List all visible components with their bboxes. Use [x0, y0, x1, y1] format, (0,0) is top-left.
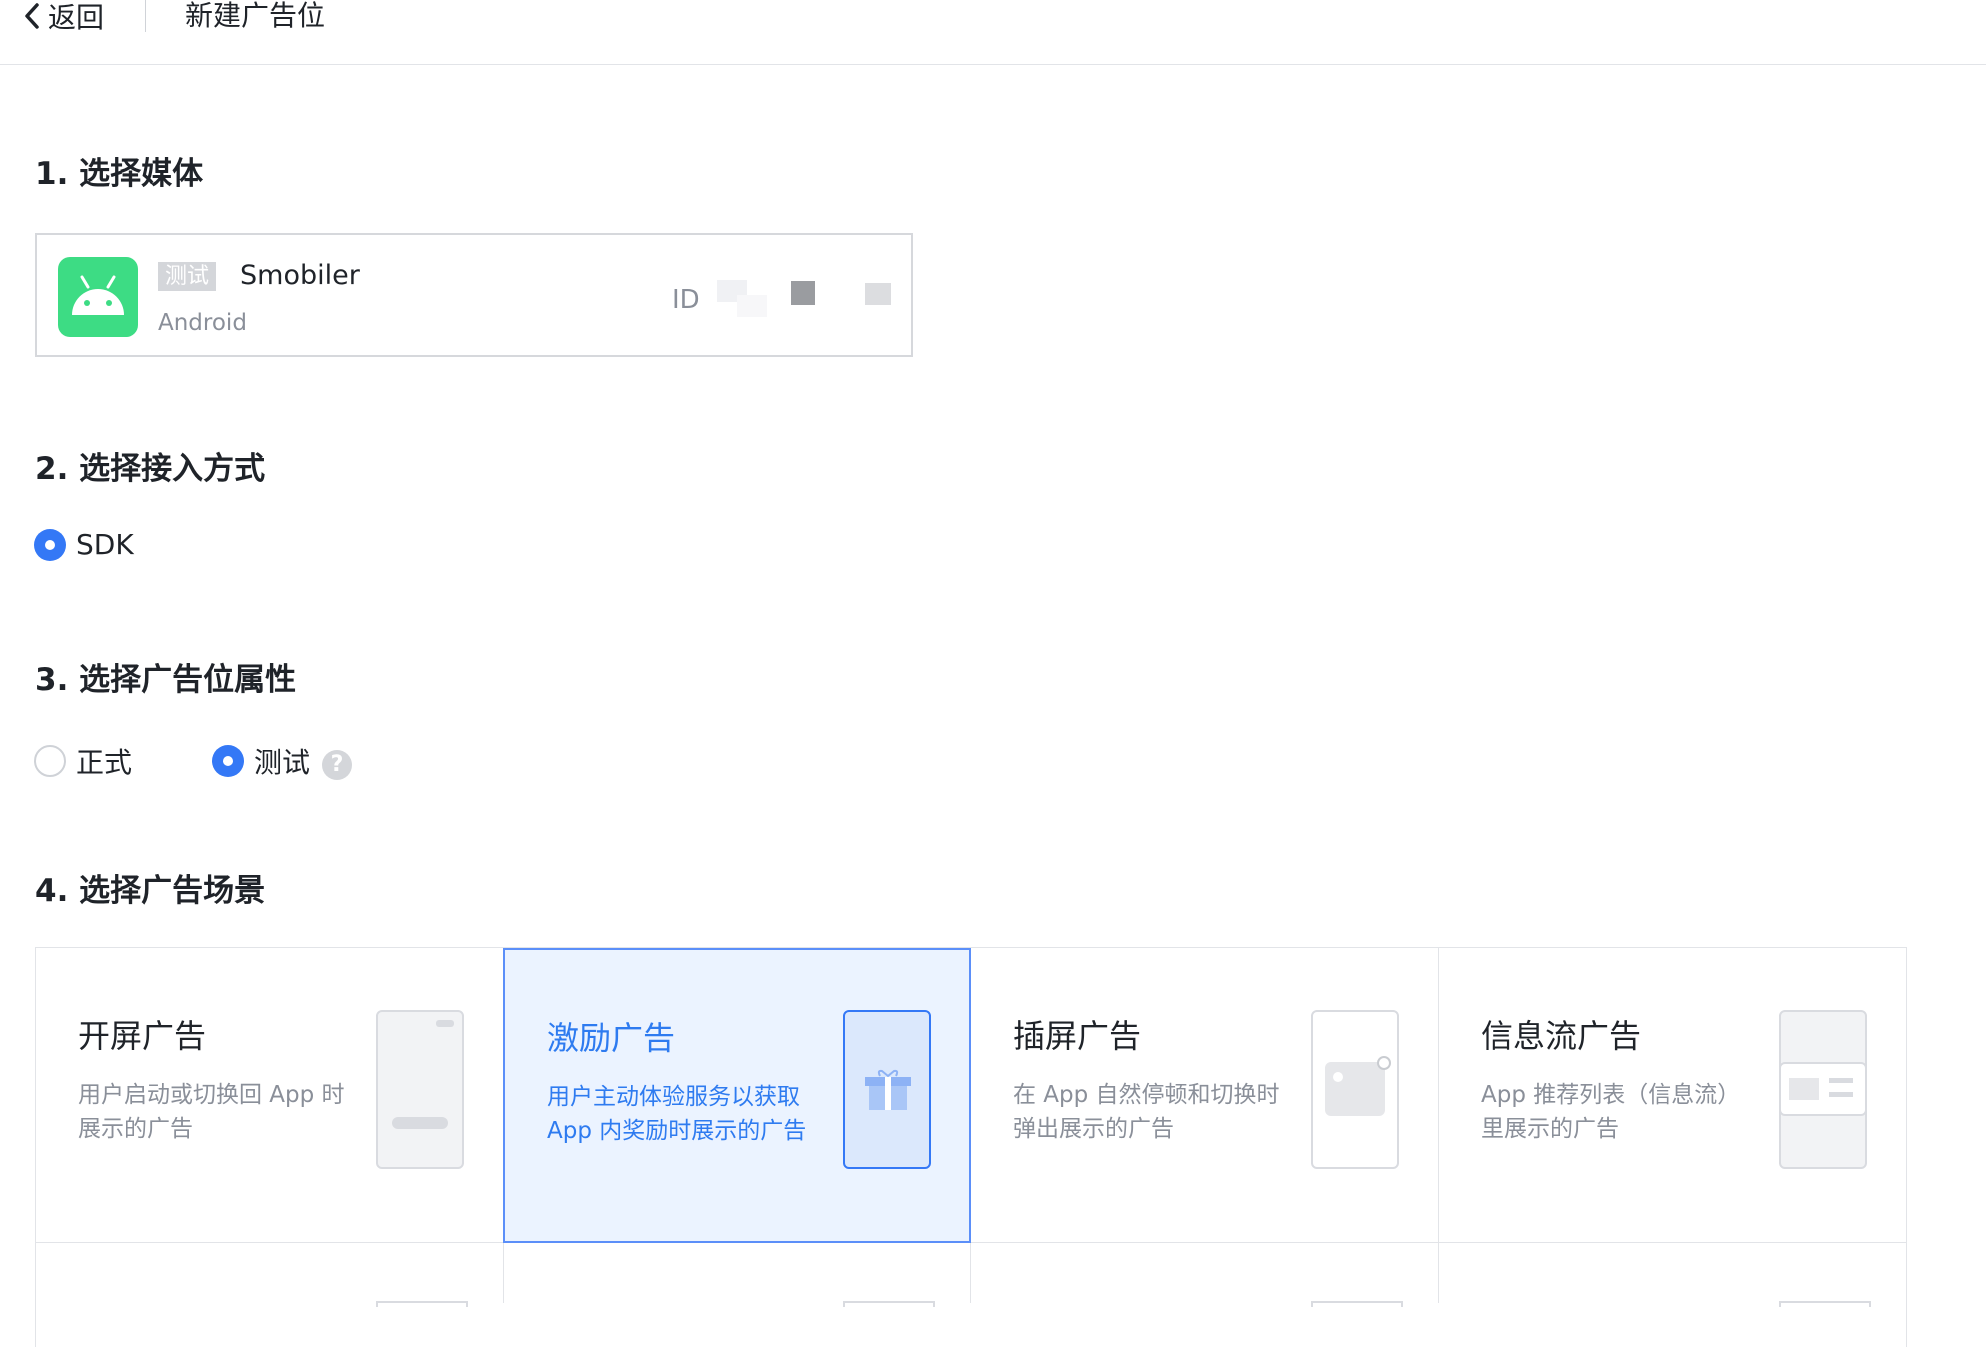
radio-label: 正式	[76, 746, 133, 779]
section-title-access: 2. 选择接入方式	[35, 451, 266, 487]
section-title-media: 1. 选择媒体	[35, 156, 204, 192]
scene-grid: 开屏广告 用户启动或切换回 App 时展示的广告 激励广告 用户主动体验服务以获…	[35, 947, 1907, 1347]
scene-title: 开屏广告	[78, 1017, 207, 1055]
page-header: 返回 新建广告位	[0, 0, 1986, 65]
back-button[interactable]: 返回	[22, 0, 104, 34]
back-label: 返回	[48, 1, 105, 34]
radio-label: 测试	[254, 746, 311, 779]
scene-card-feed[interactable]: 信息流广告 App 推荐列表（信息流）里展示的广告	[1439, 948, 1907, 1243]
scene-card-splash[interactable]: 开屏广告 用户启动或切换回 App 时展示的广告	[36, 948, 504, 1243]
media-card[interactable]: 测试 Smobiler Android ID	[35, 233, 913, 357]
scene-card-partial	[503, 1243, 971, 1307]
section-title-attribute: 3. 选择广告位属性	[35, 662, 297, 698]
page-title: 新建广告位	[185, 0, 326, 32]
scene-title: 激励广告	[547, 1019, 676, 1057]
gift-phone-icon	[843, 1010, 931, 1169]
scene-title: 插屏广告	[1013, 1017, 1142, 1055]
app-name: Smobiler	[240, 260, 360, 291]
id-label: ID	[672, 285, 700, 315]
radio-button[interactable]	[34, 745, 66, 777]
scene-desc: 用户主动体验服务以获取 App 内奖励时展示的广告	[547, 1084, 807, 1144]
radio-test[interactable]: 测试 ?	[212, 741, 353, 781]
section-title-scene: 4. 选择广告场景	[35, 873, 266, 909]
scene-card-partial	[1439, 1243, 1907, 1307]
splash-phone-icon	[376, 1010, 464, 1169]
test-tag: 测试	[158, 262, 217, 291]
radio-button[interactable]	[34, 528, 66, 561]
radio-button[interactable]	[212, 745, 244, 777]
android-icon	[58, 257, 138, 337]
header-divider	[145, 0, 146, 32]
help-icon[interactable]: ?	[322, 750, 353, 780]
radio-formal[interactable]: 正式	[34, 741, 132, 781]
feed-phone-icon	[1779, 1010, 1867, 1169]
scene-title: 信息流广告	[1481, 1017, 1642, 1055]
redacted-id-block	[865, 283, 891, 305]
redacted-id-block	[737, 295, 767, 317]
redacted-id-block	[791, 281, 815, 305]
scene-desc: App 推荐列表（信息流）里展示的广告	[1481, 1082, 1741, 1142]
scene-desc: 用户启动或切换回 App 时展示的广告	[78, 1082, 345, 1142]
radio-sdk[interactable]: SDK	[34, 528, 134, 561]
scene-card-reward[interactable]: 激励广告 用户主动体验服务以获取 App 内奖励时展示的广告	[503, 948, 971, 1243]
scene-card-partial	[36, 1243, 504, 1307]
chevron-left-icon	[25, 3, 39, 29]
scene-card-interstitial[interactable]: 插屏广告 在 App 自然停顿和切换时弹出展示的广告	[971, 948, 1439, 1243]
radio-label: SDK	[76, 528, 134, 561]
scene-desc: 在 App 自然停顿和切换时弹出展示的广告	[1013, 1082, 1280, 1142]
app-platform: Android	[158, 310, 247, 336]
interstitial-phone-icon	[1311, 1010, 1399, 1169]
scene-card-partial	[971, 1243, 1439, 1307]
